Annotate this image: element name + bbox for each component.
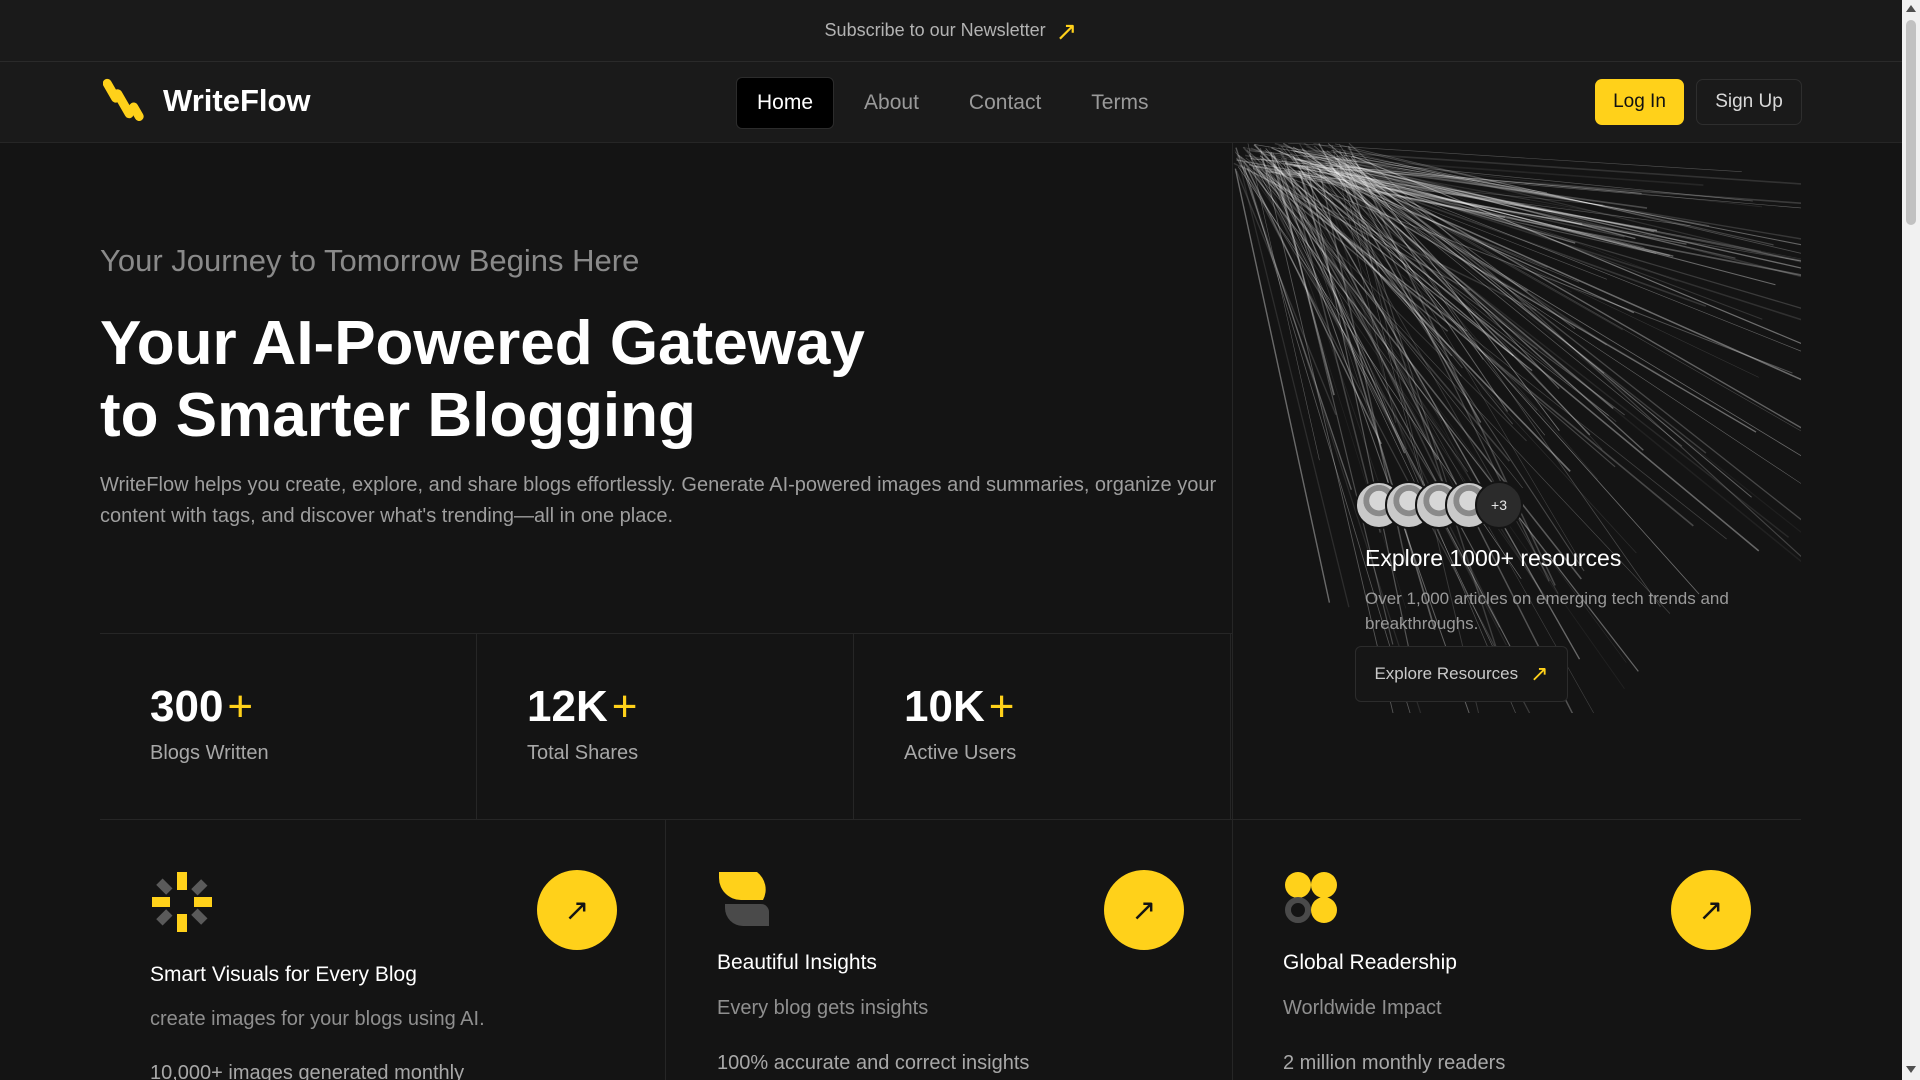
feature-arrow-button[interactable]: ↗ bbox=[537, 870, 617, 950]
scrollbar-thumb[interactable] bbox=[1906, 20, 1916, 225]
feature-card-smart-visuals: ↗ Smart Visuals for Every Blog create im… bbox=[100, 820, 666, 1080]
feature-detail: 100% accurate and correct insights bbox=[717, 1052, 1030, 1074]
feature-title: Smart Visuals for Every Blog bbox=[150, 963, 417, 986]
feature-card-insights: ↗ Beautiful Insights Every blog gets ins… bbox=[667, 820, 1233, 1080]
arrow-up-right-icon: ↗ bbox=[1530, 661, 1549, 686]
feature-subtitle: create images for your blogs using AI. bbox=[150, 1008, 485, 1030]
stat-value: 10K+ bbox=[904, 682, 1015, 731]
arrow-up-right-icon: ↗ bbox=[564, 893, 590, 927]
nav-contact[interactable]: Contact bbox=[949, 77, 1061, 129]
newsletter-bar[interactable]: Subscribe to our Newsletter ↗ bbox=[0, 0, 1902, 62]
nav-about[interactable]: About bbox=[844, 77, 939, 129]
four-dots-icon bbox=[1283, 870, 1347, 934]
hero-headline: Your AI-Powered Gateway to Smarter Blogg… bbox=[100, 308, 1000, 452]
feature-arrow-button[interactable]: ↗ bbox=[1104, 870, 1184, 950]
hero-headline-line1: Your AI-Powered Gateway bbox=[100, 309, 865, 378]
feature-title: Global Readership bbox=[1283, 951, 1457, 974]
feature-subtitle: Worldwide Impact bbox=[1283, 997, 1442, 1019]
login-button[interactable]: Log In bbox=[1595, 79, 1684, 125]
avatar-more-count: +3 bbox=[1475, 481, 1523, 529]
scroll-up-icon[interactable] bbox=[1906, 5, 1916, 12]
arrow-up-right-icon: ↗ bbox=[1131, 893, 1157, 927]
feature-card-readership: ↗ Global Readership Worldwide Impact 2 m… bbox=[1233, 820, 1799, 1080]
writeflow-logo-icon bbox=[102, 76, 147, 126]
feature-detail: 2 million monthly readers bbox=[1283, 1052, 1506, 1074]
feature-subtitle: Every blog gets insights bbox=[717, 997, 929, 1019]
sparkle-icon bbox=[150, 870, 214, 934]
stat-label: Total Shares bbox=[527, 742, 639, 764]
feature-arrow-button[interactable]: ↗ bbox=[1671, 870, 1751, 950]
arrow-up-right-icon: ↗ bbox=[1698, 893, 1724, 927]
stat-value: 12K+ bbox=[527, 682, 638, 731]
stat-value: 300+ bbox=[150, 682, 254, 731]
explore-resources-button[interactable]: Explore Resources ↗ bbox=[1355, 646, 1568, 702]
hero-headline-line2: to Smarter Blogging bbox=[100, 381, 696, 450]
avatar-group: +3 bbox=[1355, 481, 1523, 529]
stats-row: 300+ Blogs Written 12K+ Total Shares 10K… bbox=[100, 633, 1233, 820]
resources-description: Over 1,000 articles on emerging tech tre… bbox=[1365, 589, 1729, 633]
feature-detail: 10,000+ images generated monthly bbox=[150, 1062, 465, 1080]
hero-tagline: Your Journey to Tomorrow Begins Here bbox=[100, 243, 640, 278]
main-nav: Home About Contact Terms bbox=[736, 77, 1178, 129]
stat-blogs: 300+ Blogs Written bbox=[100, 634, 477, 820]
feature-title: Beautiful Insights bbox=[717, 951, 877, 974]
explore-resources-label: Explore Resources bbox=[1374, 664, 1519, 683]
stat-label: Blogs Written bbox=[150, 742, 269, 764]
stat-users: 10K+ Active Users bbox=[854, 634, 1231, 820]
stat-label: Active Users bbox=[904, 742, 1017, 764]
nav-home[interactable]: Home bbox=[736, 77, 835, 129]
hero-description: WriteFlow helps you create, explore, and… bbox=[100, 474, 1217, 527]
brand-name: WriteFlow bbox=[163, 83, 311, 118]
scroll-down-icon[interactable] bbox=[1906, 1066, 1916, 1073]
page-scrollbar[interactable] bbox=[1902, 0, 1920, 1080]
nav-terms[interactable]: Terms bbox=[1071, 77, 1168, 129]
newsletter-link[interactable]: Subscribe to our Newsletter bbox=[825, 20, 1046, 41]
arrow-up-right-icon: ↗ bbox=[1055, 15, 1078, 46]
leaf-shapes-icon bbox=[717, 870, 781, 934]
signup-button[interactable]: Sign Up bbox=[1696, 79, 1802, 125]
resources-title: Explore 1000+ resources bbox=[1365, 545, 1622, 571]
logo[interactable]: WriteFlow bbox=[102, 76, 311, 126]
site-header: WriteFlow Home About Contact Terms Log I… bbox=[0, 62, 1902, 143]
stat-shares: 12K+ Total Shares bbox=[477, 634, 854, 820]
